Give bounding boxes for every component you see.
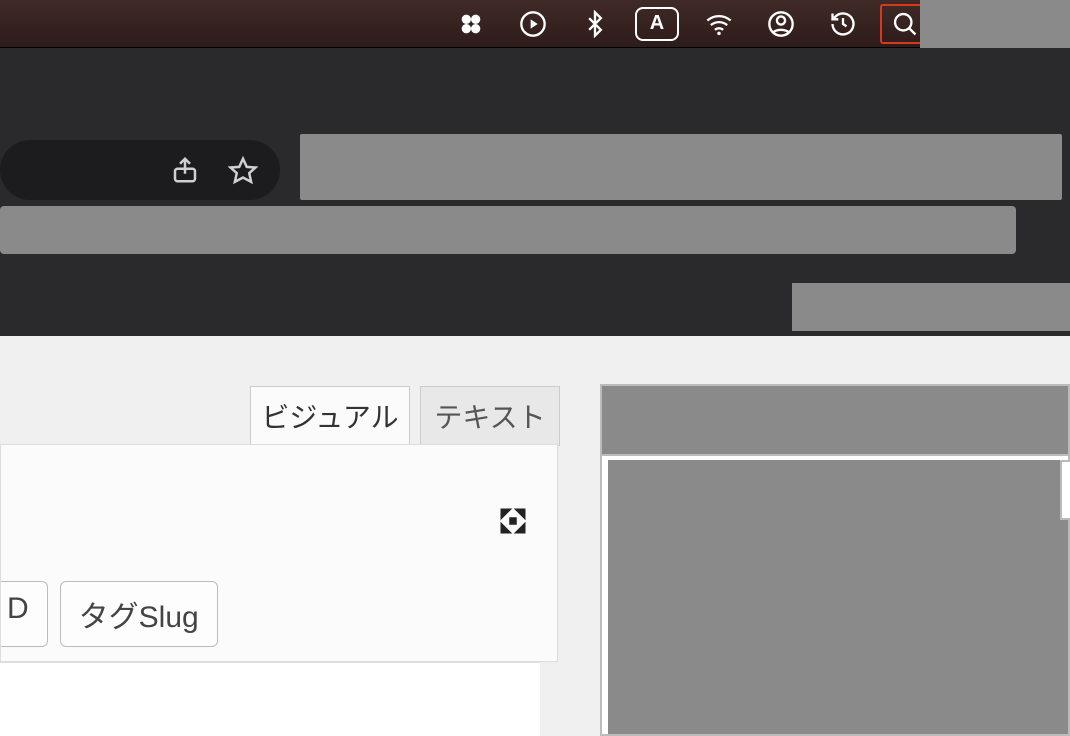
play-circle-icon[interactable] <box>508 4 558 44</box>
time-machine-icon[interactable] <box>818 4 868 44</box>
editor-tabs: ビジュアル テキスト <box>0 386 560 446</box>
immersed-icon[interactable] <box>446 4 496 44</box>
bluetooth-icon[interactable] <box>570 4 620 44</box>
right-sidebar-panel <box>600 384 1070 736</box>
url-bar-masked[interactable] <box>300 134 1062 200</box>
tab-strip-masked <box>0 206 1016 254</box>
url-row <box>0 140 1070 200</box>
share-icon[interactable] <box>168 153 202 187</box>
editor-below-panel <box>0 662 540 736</box>
tag-slug-button[interactable]: タグSlug <box>60 581 218 647</box>
tag-button-row: D タグSlug <box>1 581 218 647</box>
tag-button-partial-d[interactable]: D <box>1 581 48 647</box>
tab-visual[interactable]: ビジュアル <box>250 386 410 446</box>
right-panel-header-masked <box>602 386 1068 456</box>
user-account-icon[interactable] <box>756 4 806 44</box>
bookmark-star-icon[interactable] <box>226 153 260 187</box>
browser-chrome <box>0 48 1070 336</box>
editor-panel: D タグSlug <box>0 444 558 662</box>
tab-text[interactable]: テキスト <box>420 386 560 446</box>
right-edge-slice <box>1060 460 1070 520</box>
fullscreen-expand-icon[interactable] <box>497 505 529 537</box>
right-panel-body-masked <box>608 460 1068 734</box>
header-masked <box>792 283 1070 331</box>
input-source-label: A <box>635 7 679 41</box>
macos-menubar: A <box>0 0 1070 48</box>
input-source-icon[interactable]: A <box>632 4 682 44</box>
url-toolbar-pill <box>0 140 280 200</box>
wifi-icon[interactable] <box>694 4 744 44</box>
